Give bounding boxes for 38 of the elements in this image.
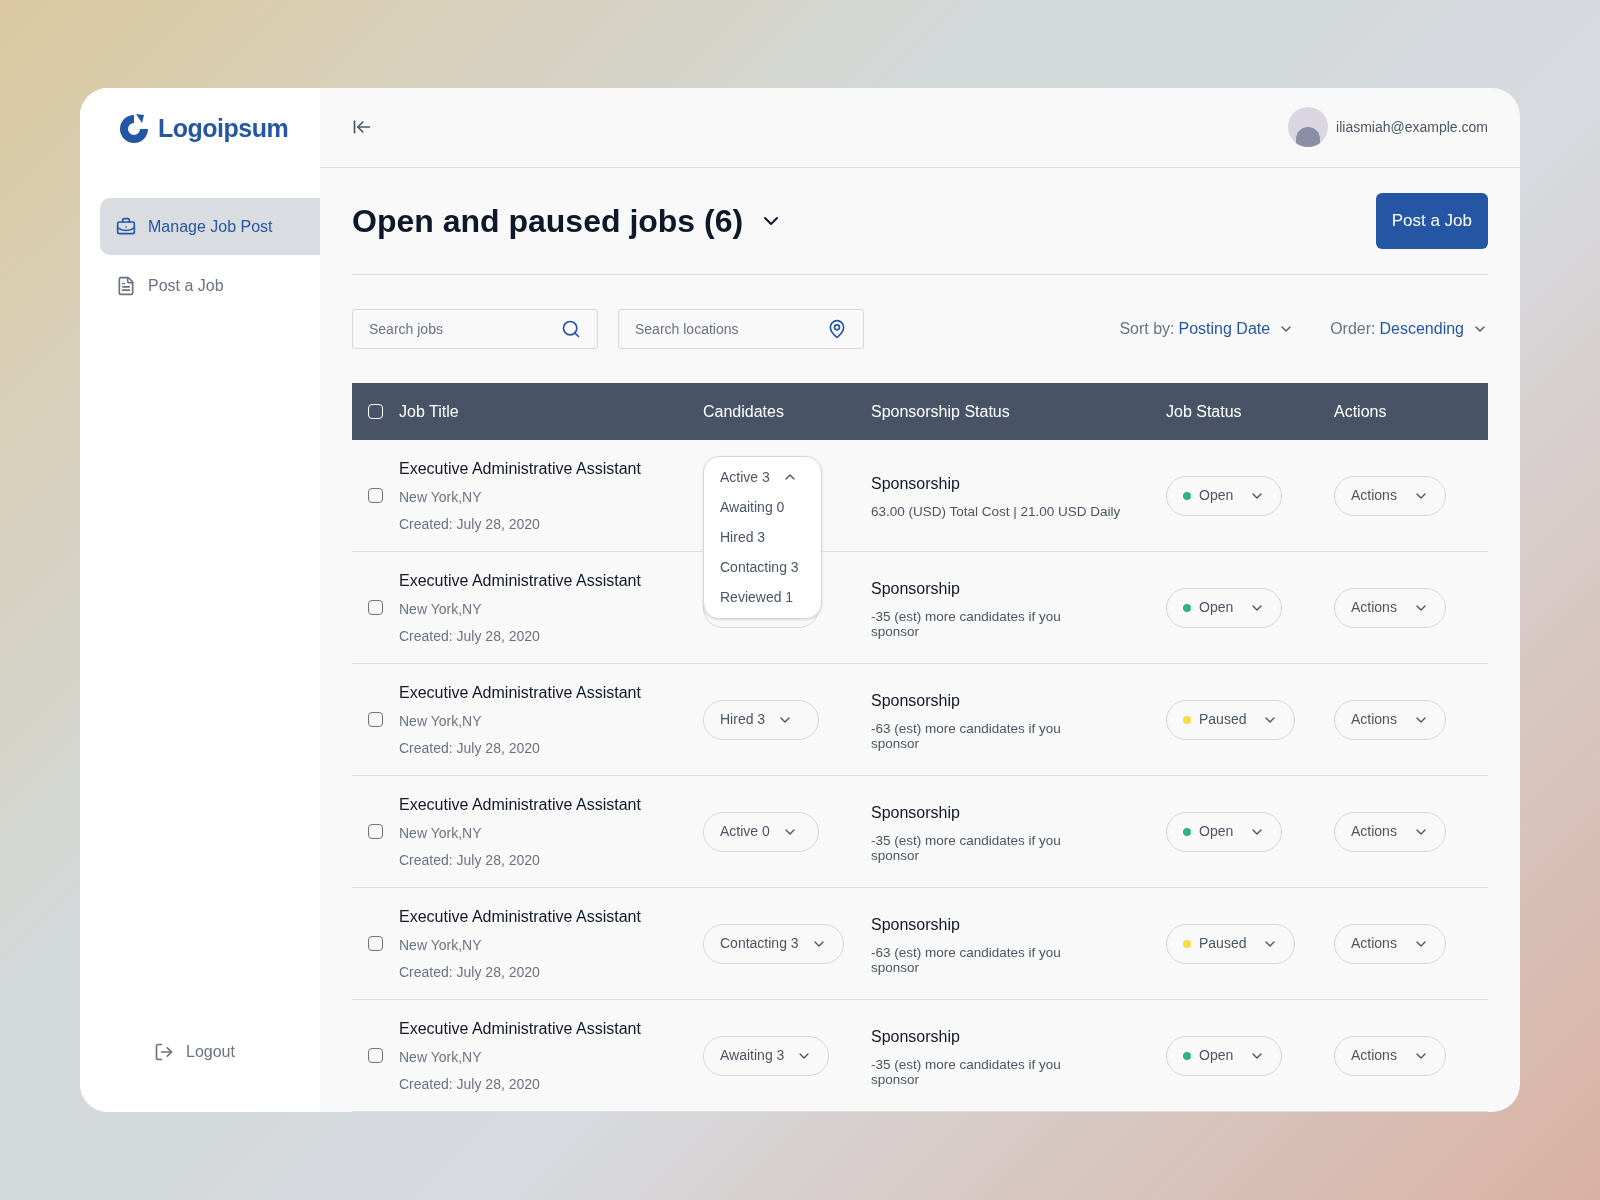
job-location: New York,NY <box>399 935 483 955</box>
page-title: Open and paused jobs (6) <box>352 202 744 242</box>
sponsorship-detail: -63 (est) more candidates if you sponsor <box>871 944 1062 975</box>
job-title: Executive Administrative Assistant <box>399 1018 642 1039</box>
column-header: Candidates <box>703 401 785 422</box>
job-created-date: Created: July 28, 2020 <box>399 738 541 758</box>
job-created-date: Created: July 28, 2020 <box>399 962 541 982</box>
job-location: New York,NY <box>399 1047 483 1067</box>
sponsorship-detail: -35 (est) more candidates if you sponsor <box>871 832 1062 863</box>
sponsorship-heading: Sponsorship <box>871 802 961 823</box>
sponsorship-heading: Sponsorship <box>871 914 961 935</box>
job-location: New York,NY <box>399 599 483 619</box>
job-title: Executive Administrative Assistant <box>399 682 642 703</box>
sponsorship-heading: Sponsorship <box>871 1026 961 1047</box>
sponsorship-heading: Sponsorship <box>871 578 961 599</box>
logo-wordmark: Logoipsum <box>158 113 289 145</box>
job-title: Executive Administrative Assistant <box>399 794 642 815</box>
job-created-date: Created: July 28, 2020 <box>399 850 541 870</box>
column-header: Actions <box>1334 401 1387 422</box>
sponsorship-detail: -63 (est) more candidates if you sponsor <box>871 720 1062 751</box>
sponsorship-heading: Sponsorship <box>871 690 961 711</box>
sponsorship-heading: Sponsorship <box>871 474 961 494</box>
job-created-date: Created: July 28, 2020 <box>399 626 541 646</box>
job-title: Executive Administrative Assistant <box>399 570 642 591</box>
job-created-date: Created: July 28, 2020 <box>399 1074 541 1094</box>
column-header: Sponsorship Status <box>871 401 1011 422</box>
job-title: Executive Administrative Assistant <box>399 906 642 927</box>
job-location: New York,NY <box>399 487 483 507</box>
column-header: Job Status <box>1166 401 1243 422</box>
job-location: New York,NY <box>399 711 483 731</box>
sponsorship-detail: -35 (est) more candidates if you sponsor <box>871 1056 1062 1087</box>
job-created-date: Created: July 28, 2020 <box>399 514 541 534</box>
sponsorship-detail: 63.00 (USD) Total Cost | 21.00 USD Daily <box>871 504 1122 519</box>
job-location: New York,NY <box>399 823 483 843</box>
job-title: Executive Administrative Assistant <box>399 458 642 479</box>
column-header: Job Title <box>399 401 460 422</box>
sponsorship-detail: -35 (est) more candidates if you sponsor <box>871 608 1062 639</box>
user-email: iliasmiah@example.com <box>1336 117 1488 137</box>
